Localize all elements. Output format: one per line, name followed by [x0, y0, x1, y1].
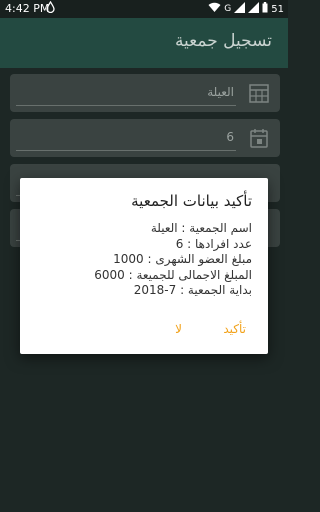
dialog-title: تأكيد بيانات الجمعية — [131, 192, 252, 210]
dialog-message: اسم الجمعية : العيلة عدد افرادها : 6 مبل… — [94, 221, 252, 299]
cancel-button[interactable]: لا — [175, 322, 182, 336]
members-count-line: عدد افرادها : 6 — [175, 236, 252, 251]
total-amount-line: المبلغ الاجمالى للجميعة : 6000 — [94, 267, 252, 282]
association-name-line: اسم الجمعية : العيلة — [150, 221, 252, 235]
confirm-button[interactable]: تأكيد — [223, 322, 246, 336]
monthly-amount-line: مبلغ العضو الشهرى : 1000 — [113, 252, 252, 266]
confirm-dialog: تأكيد بيانات الجمعية اسم الجمعية : العيل… — [20, 178, 268, 354]
start-date-line: بداية الجمعية : 7-2018 — [133, 283, 252, 297]
